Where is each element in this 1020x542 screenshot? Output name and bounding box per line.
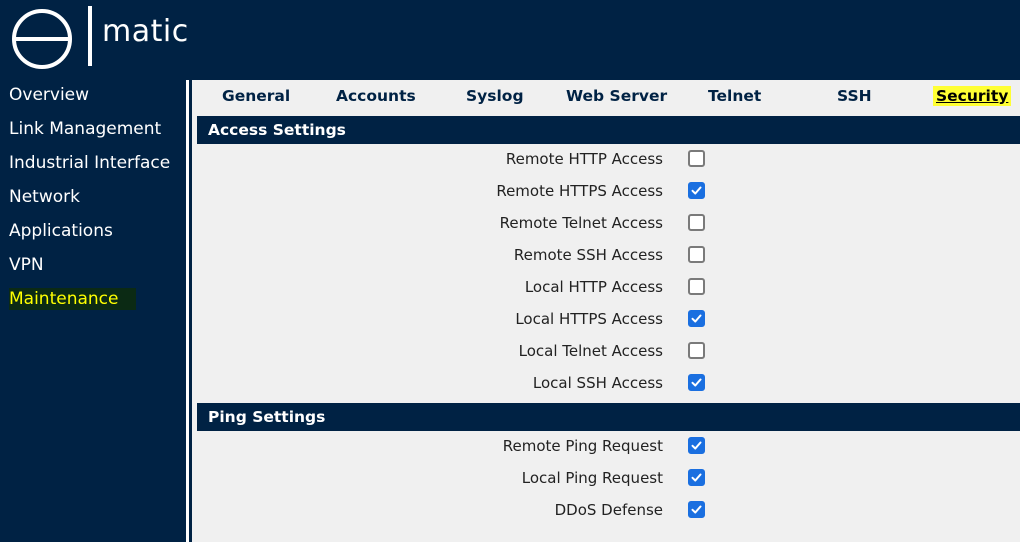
tab-general[interactable]: General (222, 86, 290, 106)
setting-label: Remote HTTPS Access (496, 182, 663, 200)
sidebar-divider (186, 80, 189, 542)
checkmark-icon (691, 186, 702, 195)
tab-telnet[interactable]: Telnet (708, 86, 761, 106)
checkmark-icon (691, 314, 702, 323)
setting-label: Local HTTPS Access (515, 310, 663, 328)
setting-checkbox[interactable] (688, 310, 705, 327)
setting-row: Local Telnet Access (197, 336, 1020, 368)
sidebar-nav: Overview Link Management Industrial Inte… (0, 80, 186, 542)
sidebar-item-link-management[interactable]: Link Management (9, 118, 161, 140)
setting-label: Remote Ping Request (502, 437, 663, 455)
setting-checkbox[interactable] (688, 214, 705, 231)
setting-checkbox[interactable] (688, 246, 705, 263)
setting-row: Remote HTTP Access (197, 144, 1020, 176)
main-content: General Accounts Syslog Web Server Telne… (192, 80, 1020, 542)
sidebar-item-applications[interactable]: Applications (9, 220, 113, 242)
access-settings-title: Access Settings (208, 121, 346, 139)
tab-security[interactable]: Security (933, 86, 1012, 106)
sidebar-item-network[interactable]: Network (9, 186, 80, 208)
checkmark-icon (691, 505, 702, 514)
setting-label: Remote SSH Access (513, 246, 663, 264)
tab-syslog[interactable]: Syslog (466, 86, 524, 106)
checkmark-icon (691, 378, 702, 387)
tab-accounts[interactable]: Accounts (336, 86, 416, 106)
setting-label: Local HTTP Access (524, 278, 663, 296)
setting-label: DDoS Defense (554, 501, 663, 519)
setting-checkbox[interactable] (688, 374, 705, 391)
sidebar-item-industrial-interface[interactable]: Industrial Interface (9, 152, 170, 174)
setting-label: Remote Telnet Access (499, 214, 663, 232)
tab-ssh[interactable]: SSH (837, 86, 872, 106)
checkmark-icon (691, 441, 702, 450)
setting-label: Remote HTTP Access (505, 150, 663, 168)
setting-row: Local Ping Request (197, 463, 1020, 495)
setting-checkbox[interactable] (688, 342, 705, 359)
ping-settings-title: Ping Settings (208, 408, 326, 426)
setting-checkbox[interactable] (688, 501, 705, 518)
sidebar-item-overview[interactable]: Overview (9, 84, 89, 106)
setting-checkbox[interactable] (688, 437, 705, 454)
setting-checkbox[interactable] (688, 469, 705, 486)
checkmark-icon (691, 473, 702, 482)
setting-row: Local HTTPS Access (197, 304, 1020, 336)
setting-row: Remote Ping Request (197, 431, 1020, 463)
setting-row: Local HTTP Access (197, 272, 1020, 304)
setting-checkbox[interactable] (688, 278, 705, 295)
tab-bar: General Accounts Syslog Web Server Telne… (192, 80, 1020, 114)
setting-label: Local Ping Request (521, 469, 663, 487)
setting-label: Local SSH Access (532, 374, 663, 392)
setting-row: Remote HTTPS Access (197, 176, 1020, 208)
setting-checkbox[interactable] (688, 182, 705, 199)
setting-checkbox[interactable] (688, 150, 705, 167)
ping-settings-header: Ping Settings (197, 403, 1020, 431)
access-settings-header: Access Settings (197, 116, 1020, 144)
setting-label: Local Telnet Access (518, 342, 663, 360)
brand-name: matic (102, 14, 189, 49)
app-header: matic (0, 0, 1020, 80)
setting-row: Remote Telnet Access (197, 208, 1020, 240)
setting-row: Remote SSH Access (197, 240, 1020, 272)
setting-row: Local SSH Access (197, 368, 1020, 400)
sidebar-item-vpn[interactable]: VPN (9, 254, 44, 276)
tab-web-server[interactable]: Web Server (566, 86, 667, 106)
sidebar-item-maintenance[interactable]: Maintenance (9, 288, 137, 310)
setting-row: DDoS Defense (197, 495, 1020, 527)
